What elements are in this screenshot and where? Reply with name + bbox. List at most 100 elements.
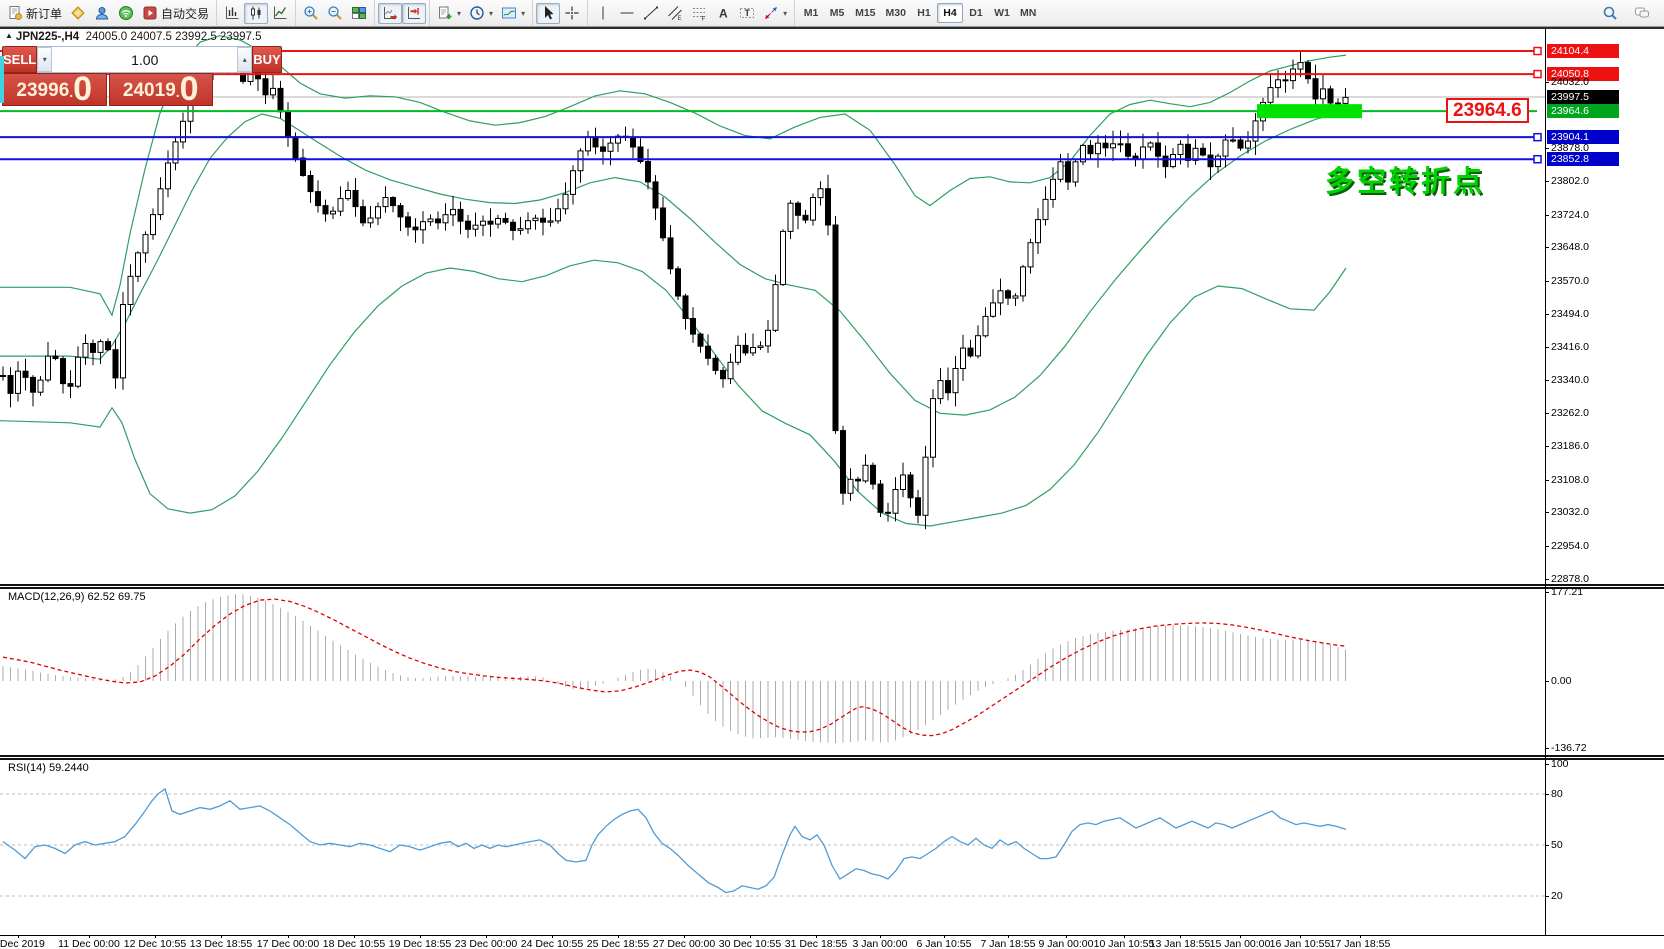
fibonacci-icon: F — [691, 5, 707, 21]
macd-pane-chart[interactable] — [0, 589, 1545, 755]
fibonacci-button[interactable]: F — [687, 3, 711, 24]
price-tick — [1545, 215, 1549, 216]
price-tick-label: 23878.0 — [1551, 142, 1589, 154]
price-tick — [1545, 148, 1549, 149]
tile-windows-button[interactable] — [347, 3, 371, 24]
panel-collapse-handle[interactable] — [0, 56, 4, 103]
text-icon: A — [715, 5, 731, 21]
price-tick — [1545, 480, 1549, 481]
chart-shift-button[interactable] — [402, 3, 426, 24]
search-button[interactable] — [1598, 3, 1622, 24]
price-tick — [1545, 512, 1549, 513]
price-tick — [1545, 281, 1549, 282]
new-chart-group: ▾ ▾ ▾ — [429, 0, 532, 26]
trendline-icon — [643, 5, 659, 21]
time-tick-label: 17 Jan 18:55 — [1330, 938, 1391, 949]
market-watch-button[interactable] — [66, 3, 90, 24]
tile-windows-icon — [351, 5, 367, 21]
price-tick-label: 23032.0 — [1551, 506, 1589, 518]
zoom-out-button[interactable] — [323, 3, 347, 24]
timeframe-mn-button[interactable]: MN — [1015, 3, 1041, 23]
candlestick-button[interactable] — [244, 3, 268, 24]
macd-tick — [1545, 681, 1549, 682]
chat-button[interactable] — [1630, 3, 1654, 24]
chevron-down-icon: ▾ — [457, 9, 461, 18]
volume-input[interactable] — [52, 47, 237, 72]
svg-text:A: A — [719, 7, 728, 21]
autotrading-button[interactable]: 自动交易 — [138, 3, 213, 24]
time-axis[interactable]: 9 Dec 201911 Dec 00:0012 Dec 10:5513 Dec… — [0, 935, 1664, 949]
sell-button[interactable]: SELL — [2, 46, 37, 73]
toolbar: 新订单 自动交易 ▾ ▾ ▾ EFAT ▾ M1M5M15M30H1H4D1W1MN — [0, 0, 1664, 27]
time-tick-label: 31 Dec 18:55 — [785, 938, 847, 949]
price-tick-label: 23108.0 — [1551, 474, 1589, 486]
sell-price-display[interactable]: 23996 . 0 — [2, 73, 107, 106]
vertical-line-button[interactable] — [591, 3, 615, 24]
periods-button[interactable]: ▾ — [465, 3, 497, 24]
price-tick-label: 23494.0 — [1551, 308, 1589, 320]
channel-button[interactable]: E — [663, 3, 687, 24]
signals-button[interactable] — [114, 3, 138, 24]
bar-chart-button[interactable] — [220, 3, 244, 24]
profiles-button[interactable] — [90, 3, 114, 24]
price-level-tag[interactable]: 23964.6 — [1446, 98, 1529, 123]
buy-button[interactable]: BUY — [252, 46, 281, 73]
price-tick — [1545, 82, 1549, 83]
shapes-icon — [763, 5, 779, 21]
time-tick-label: 15 Jan 00:00 — [1210, 938, 1271, 949]
sell-price-main: 23996 — [16, 78, 69, 104]
chart-ohlc: 24005.0 24007.5 23992.5 23997.5 — [86, 31, 262, 43]
zoom-group — [295, 0, 374, 26]
price-tick — [1545, 579, 1549, 580]
timeframe-h1-button[interactable]: H1 — [911, 3, 937, 23]
price-tick — [1545, 314, 1549, 315]
timeframe-m30-button[interactable]: M30 — [881, 3, 911, 23]
text-label-button[interactable]: T — [735, 3, 759, 24]
price-tick — [1545, 413, 1549, 414]
text-button[interactable]: A — [711, 3, 735, 24]
price-tick — [1545, 446, 1549, 447]
volume-increase-button[interactable]: ▴ — [237, 47, 252, 72]
cursor-button[interactable] — [536, 3, 560, 24]
price-tick — [1545, 247, 1549, 248]
line-chart-button[interactable] — [268, 3, 292, 24]
horizontal-line-button[interactable] — [615, 3, 639, 24]
new-order-button[interactable]: 新订单 — [3, 3, 66, 24]
gem-icon — [70, 5, 86, 21]
time-tick-label: 6 Jan 10:55 — [917, 938, 972, 949]
rsi-tick-label: 50 — [1551, 839, 1563, 851]
rsi-pane-chart[interactable] — [0, 760, 1545, 935]
new-order-button-label: 新订单 — [26, 5, 62, 22]
channel-icon: E — [667, 5, 683, 21]
timeframe-m1-button[interactable]: M1 — [798, 3, 824, 23]
time-tick-label: 18 Dec 10:55 — [323, 938, 385, 949]
volume-decrease-button[interactable]: ▾ — [37, 47, 52, 72]
rsi-tick — [1545, 764, 1549, 765]
chevron-down-icon: ▾ — [521, 9, 525, 18]
templates-button[interactable]: ▾ — [497, 3, 529, 24]
chevron-down-icon: ▾ — [783, 9, 787, 18]
main-chart-area[interactable] — [0, 29, 1545, 584]
annotation-text[interactable]: 多空转折点 — [1325, 158, 1485, 200]
zoom-in-button[interactable] — [299, 3, 323, 24]
time-tick-label: 16 Jan 10:55 — [1270, 938, 1331, 949]
auto-scroll-button[interactable] — [378, 3, 402, 24]
line-chart-icon — [272, 5, 288, 21]
price-line-label: 23997.5 — [1547, 90, 1619, 104]
timeframe-w1-button[interactable]: W1 — [989, 3, 1015, 23]
arrows-button[interactable]: ▾ — [759, 3, 791, 24]
chart-type-group — [216, 0, 295, 26]
price-tick-label: 23802.0 — [1551, 175, 1589, 187]
timeframe-h4-button[interactable]: H4 — [937, 3, 963, 23]
crosshair-button[interactable] — [560, 3, 584, 24]
macd-label: MACD(12,26,9) 62.52 69.75 — [8, 591, 146, 603]
price-tick-label: 23648.0 — [1551, 241, 1589, 253]
time-tick-label: 24 Dec 10:55 — [521, 938, 583, 949]
timeframe-d1-button[interactable]: D1 — [963, 3, 989, 23]
timeframe-m5-button[interactable]: M5 — [824, 3, 850, 23]
template-icon — [501, 5, 517, 21]
buy-price-display[interactable]: 24019 . 0 — [109, 73, 214, 106]
trendline-button[interactable] — [639, 3, 663, 24]
new-chart-button[interactable]: ▾ — [433, 3, 465, 24]
timeframe-m15-button[interactable]: M15 — [850, 3, 880, 23]
